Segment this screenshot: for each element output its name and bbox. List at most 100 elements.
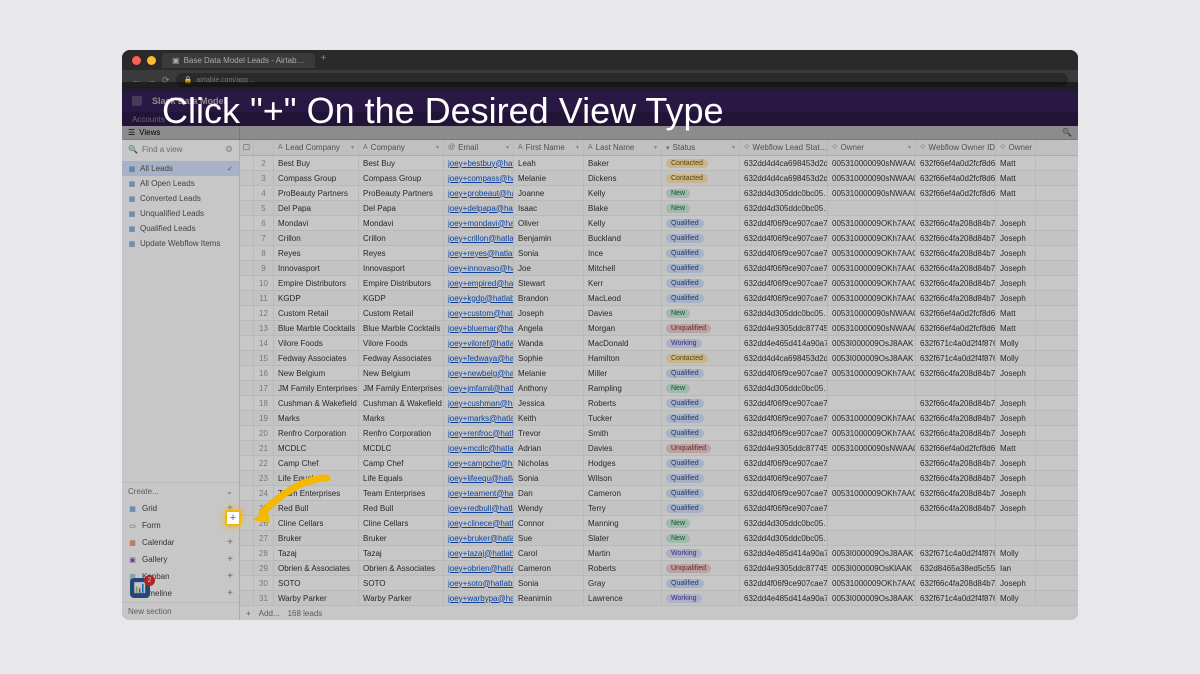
- row-checkbox[interactable]: [240, 501, 254, 515]
- column-header[interactable]: ⟐Owner Na…▾: [996, 140, 1036, 155]
- cell-email[interactable]: joey+clinece@hatlabs.com: [444, 516, 514, 530]
- cell-owner-name[interactable]: Molly: [996, 351, 1036, 365]
- cell-status[interactable]: Qualified: [662, 501, 740, 515]
- table-row[interactable]: 31 Warby Parker Warby Parker joey+warbyp…: [240, 591, 1078, 606]
- cell-owner-name[interactable]: Joseph: [996, 576, 1036, 590]
- cell-email[interactable]: joey+warbypa@hatlabs.c…: [444, 591, 514, 605]
- cell-email[interactable]: joey+marks@hatlabs.com: [444, 411, 514, 425]
- cell-email[interactable]: joey+newbelg@hatlabs.c…: [444, 366, 514, 380]
- row-checkbox[interactable]: [240, 306, 254, 320]
- cell-webflow-lead-status[interactable]: 632dd4f06f9ce907cae78…: [740, 471, 828, 485]
- cell-webflow-owner-id[interactable]: 632f66c4fa208d84b77e…: [916, 396, 996, 410]
- row-checkbox[interactable]: [240, 561, 254, 575]
- cell-owner-name[interactable]: Joseph: [996, 246, 1036, 260]
- cell-status[interactable]: Qualified: [662, 291, 740, 305]
- cell-webflow-lead-status[interactable]: 632dd4d4ca698453d2d…: [740, 351, 828, 365]
- cell-lead-company[interactable]: Best Buy: [274, 156, 359, 170]
- cell-owner[interactable]: 0053I000009OsJ8AAK: [828, 591, 916, 605]
- cell-company[interactable]: Del Papa: [359, 201, 444, 215]
- cell-first-name[interactable]: Benjamin: [514, 231, 584, 245]
- cell-company[interactable]: Warby Parker: [359, 591, 444, 605]
- cell-lead-company[interactable]: Reyes: [274, 246, 359, 260]
- cell-owner[interactable]: 00531000009OKh7AAG: [828, 261, 916, 275]
- cell-status[interactable]: Working: [662, 336, 740, 350]
- cell-company[interactable]: Reyes: [359, 246, 444, 260]
- cell-email[interactable]: joey+renfroc@hatlabs.c…: [444, 426, 514, 440]
- table-row[interactable]: 23 Life Equals Life Equals joey+lifeequ@…: [240, 471, 1078, 486]
- cell-webflow-lead-status[interactable]: 632dd4f06f9ce907cae78…: [740, 216, 828, 230]
- add-view-plus-button[interactable]: +: [227, 537, 233, 548]
- cell-owner-name[interactable]: Molly: [996, 591, 1036, 605]
- cell-last-name[interactable]: MacLeod: [584, 291, 662, 305]
- table-row[interactable]: 16 New Belgium New Belgium joey+newbelg@…: [240, 366, 1078, 381]
- cell-last-name[interactable]: Gray: [584, 576, 662, 590]
- close-window-icon[interactable]: [132, 56, 141, 65]
- row-checkbox[interactable]: [240, 381, 254, 395]
- cell-owner-name[interactable]: Matt: [996, 171, 1036, 185]
- cell-webflow-lead-status[interactable]: 632dd4f06f9ce907cae78…: [740, 396, 828, 410]
- cell-webflow-owner-id[interactable]: 632f66c4fa208d84b77e…: [916, 291, 996, 305]
- cell-webflow-owner-id[interactable]: 632f671c4a0d2f4f876cb…: [916, 351, 996, 365]
- table-row[interactable]: 2 Best Buy Best Buy joey+bestbuy@hatlabs…: [240, 156, 1078, 171]
- row-checkbox[interactable]: [240, 276, 254, 290]
- cell-webflow-lead-status[interactable]: 632dd4f06f9ce907cae78…: [740, 576, 828, 590]
- cell-owner[interactable]: [828, 501, 916, 515]
- cell-owner-name[interactable]: Matt: [996, 321, 1036, 335]
- cell-webflow-lead-status[interactable]: 632dd4d305ddc0bc05…: [740, 201, 828, 215]
- column-header[interactable]: ⟐Webflow Lead Stat…▾: [740, 140, 828, 155]
- column-header[interactable]: @Email▾: [444, 140, 514, 155]
- cell-first-name[interactable]: Stewart: [514, 276, 584, 290]
- cell-owner[interactable]: 0053I000009OsKlAAK: [828, 561, 916, 575]
- cell-first-name[interactable]: Jessica: [514, 396, 584, 410]
- cell-owner-name[interactable]: Joseph: [996, 261, 1036, 275]
- cell-status[interactable]: Qualified: [662, 411, 740, 425]
- cell-last-name[interactable]: Baker: [584, 156, 662, 170]
- cell-email[interactable]: joey+soto@hatlabs.com: [444, 576, 514, 590]
- cell-last-name[interactable]: Wilson: [584, 471, 662, 485]
- cell-status[interactable]: New: [662, 531, 740, 545]
- cell-webflow-owner-id[interactable]: 632f66ef4a0d2fcf8d6cb…: [916, 306, 996, 320]
- cell-owner[interactable]: 005310000090sNWAA0: [828, 186, 916, 200]
- address-bar[interactable]: 🔒 airtable.com/app…: [176, 73, 1068, 87]
- cell-lead-company[interactable]: Cline Cellars: [274, 516, 359, 530]
- cell-company[interactable]: Team Enterprises: [359, 486, 444, 500]
- cell-owner[interactable]: 005310000090sNWAA0: [828, 156, 916, 170]
- cell-webflow-lead-status[interactable]: 632dd4d4ca698453d2d…: [740, 156, 828, 170]
- cell-status[interactable]: Contacted: [662, 171, 740, 185]
- cell-first-name[interactable]: Oliver: [514, 216, 584, 230]
- column-menu-icon[interactable]: ▾: [351, 144, 354, 151]
- cell-company[interactable]: MCDLC: [359, 441, 444, 455]
- cell-owner-name[interactable]: Joseph: [996, 456, 1036, 470]
- cell-owner-name[interactable]: Molly: [996, 336, 1036, 350]
- table-row[interactable]: 28 Tazaj Tazaj joey+tazaj@hatlabs.com Ca…: [240, 546, 1078, 561]
- table-row[interactable]: 26 Cline Cellars Cline Cellars joey+clin…: [240, 516, 1078, 531]
- cell-company[interactable]: Renfro Corporation: [359, 426, 444, 440]
- column-header[interactable]: ⟐Webflow Owner ID▾: [916, 140, 996, 155]
- cell-company[interactable]: Crillon: [359, 231, 444, 245]
- cell-owner-name[interactable]: [996, 201, 1036, 215]
- cell-owner[interactable]: [828, 516, 916, 530]
- column-header[interactable]: ALead Company▾: [274, 140, 359, 155]
- cell-owner-name[interactable]: Joseph: [996, 411, 1036, 425]
- hamburger-icon[interactable]: ☰: [128, 128, 135, 137]
- cell-owner-name[interactable]: Joseph: [996, 231, 1036, 245]
- cell-webflow-owner-id[interactable]: 632f66c4fa208d84b77e…: [916, 501, 996, 515]
- cell-status[interactable]: Unqualified: [662, 441, 740, 455]
- sidebar-view-item[interactable]: ▦Qualified Leads: [122, 221, 239, 236]
- cell-last-name[interactable]: Kerr: [584, 276, 662, 290]
- cell-first-name[interactable]: Sonia: [514, 576, 584, 590]
- cell-first-name[interactable]: Leah: [514, 156, 584, 170]
- cell-company[interactable]: SOTO: [359, 576, 444, 590]
- cell-first-name[interactable]: Cameron: [514, 561, 584, 575]
- column-header[interactable]: ACompany▾: [359, 140, 444, 155]
- row-checkbox[interactable]: [240, 576, 254, 590]
- cell-company[interactable]: Compass Group: [359, 171, 444, 185]
- cell-webflow-lead-status[interactable]: 632dd4f06f9ce907cae78…: [740, 291, 828, 305]
- cell-owner-name[interactable]: Joseph: [996, 426, 1036, 440]
- cell-status[interactable]: Unqualified: [662, 321, 740, 335]
- cell-status[interactable]: New: [662, 516, 740, 530]
- cell-last-name[interactable]: Roberts: [584, 396, 662, 410]
- cell-last-name[interactable]: Roberts: [584, 561, 662, 575]
- cell-status[interactable]: Qualified: [662, 246, 740, 260]
- cell-first-name[interactable]: Connor: [514, 516, 584, 530]
